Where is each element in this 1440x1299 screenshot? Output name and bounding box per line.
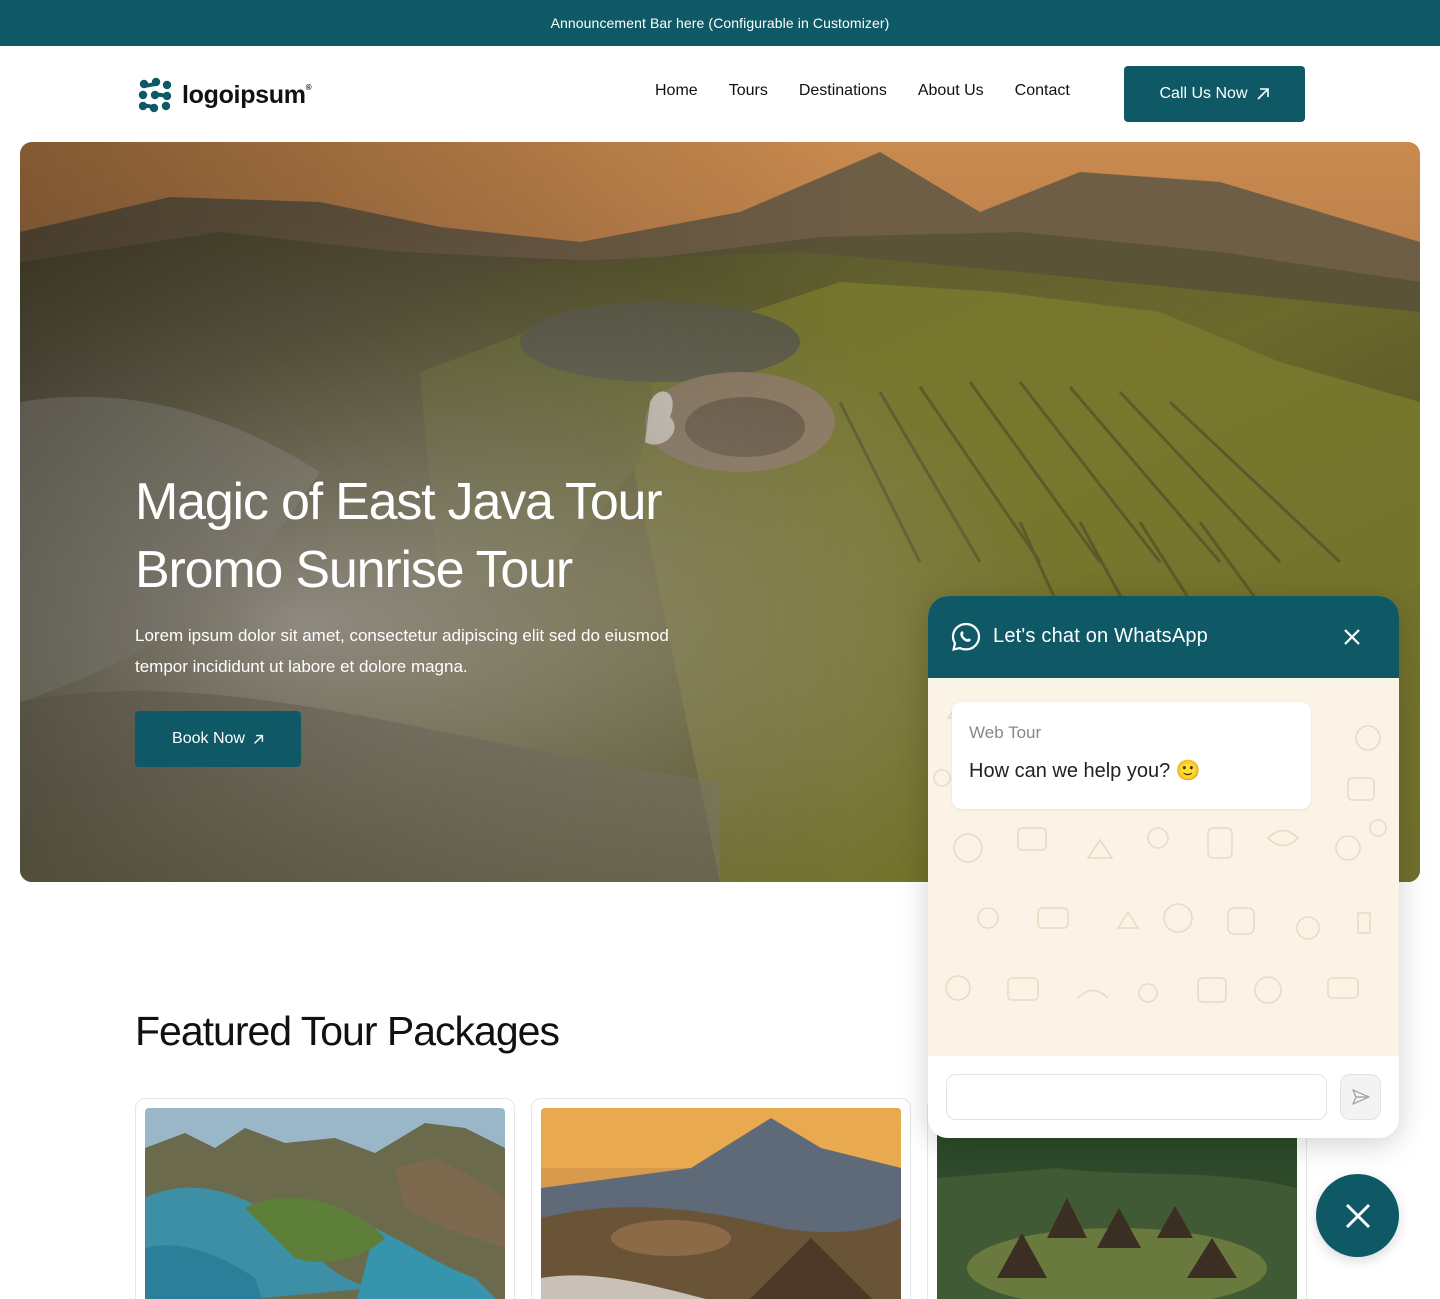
hero-title-line-2: Bromo Sunrise Tour [135, 541, 573, 599]
island-bay-photo [145, 1108, 505, 1299]
book-now-label: Book Now [172, 730, 245, 747]
hero-description: Lorem ipsum dolor sit amet, consectetur … [135, 626, 669, 676]
logo-text: logoipsum® [182, 80, 312, 109]
logo-mark-icon [138, 77, 172, 113]
whatsapp-icon [951, 622, 981, 651]
nav-item-about-us[interactable]: About Us [918, 82, 984, 100]
chat-message-text: How can we help you? 🙂 [969, 760, 1201, 782]
whatsapp-chat-body: Web Tour How can we help you? 🙂 [928, 678, 1399, 1056]
close-icon [1345, 1203, 1370, 1228]
close-icon[interactable] [1343, 628, 1361, 646]
tour-card[interactable] [135, 1098, 515, 1299]
volcano-sunrise-photo [541, 1108, 901, 1299]
site-header: logoipsum® Home Tours Destinations About… [0, 46, 1440, 142]
book-now-button[interactable]: Book Now [135, 711, 301, 767]
call-us-now-button[interactable]: Call Us Now [1124, 66, 1305, 122]
whatsapp-toggle-button[interactable] [1316, 1174, 1399, 1257]
chat-message-bubble: Web Tour How can we help you? 🙂 [952, 702, 1311, 809]
whatsapp-chat-title: Let's chat on WhatsApp [993, 625, 1209, 647]
whatsapp-chat-footer [928, 1056, 1399, 1138]
whatsapp-chat-header: Let's chat on WhatsApp [928, 596, 1399, 678]
nav-item-contact[interactable]: Contact [1015, 82, 1070, 100]
hero-title-line-1: Magic of East Java Tour [135, 473, 663, 531]
tour-card[interactable] [531, 1098, 911, 1299]
whatsapp-chat-widget: Let's chat on WhatsApp Web Tour How can … [928, 596, 1399, 1138]
call-us-now-label: Call Us Now [1159, 85, 1248, 102]
chat-send-button[interactable] [1340, 1074, 1381, 1120]
announcement-bar: Announcement Bar here (Configurable in C… [0, 0, 1440, 46]
nav-item-destinations[interactable]: Destinations [799, 82, 887, 100]
chat-sender-name: Web Tour [969, 723, 1042, 742]
main-nav: Home Tours Destinations About Us Contact [655, 82, 1070, 100]
chat-message-input[interactable] [946, 1074, 1327, 1120]
arrow-up-right-icon [1256, 88, 1269, 100]
logo[interactable]: logoipsum® [136, 76, 312, 114]
nav-item-home[interactable]: Home [655, 82, 698, 100]
hero-title: Magic of East Java Tour Bromo Sunrise To… [135, 468, 663, 604]
send-icon [1351, 1089, 1370, 1105]
announcement-text: Announcement Bar here (Configurable in C… [550, 15, 890, 31]
nav-item-tours[interactable]: Tours [729, 82, 768, 100]
featured-section-title: Featured Tour Packages [135, 1008, 560, 1054]
arrow-up-right-icon [254, 734, 264, 744]
